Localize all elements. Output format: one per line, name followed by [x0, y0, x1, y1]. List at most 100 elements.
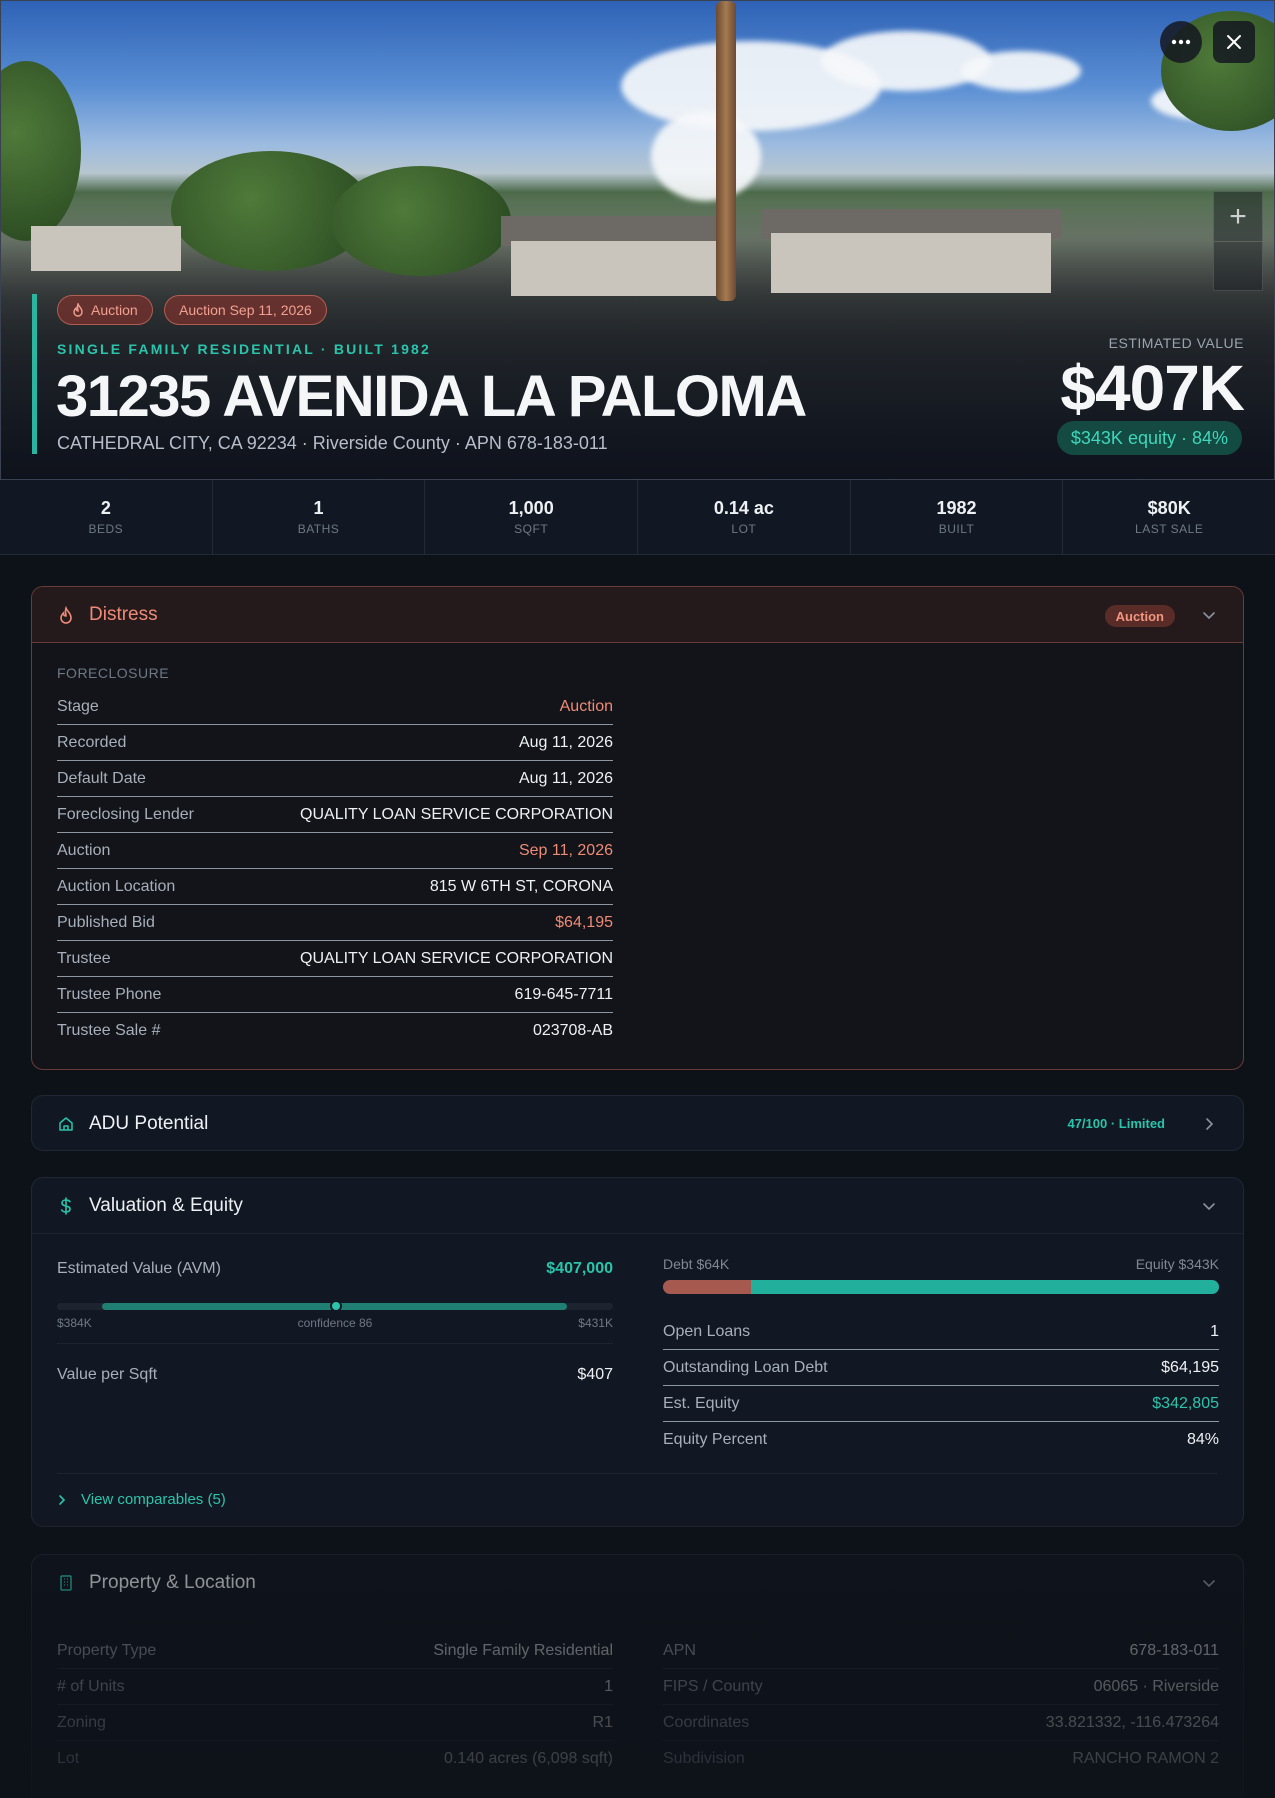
- chevron-down-icon[interactable]: [1201, 1198, 1217, 1214]
- adu-card-header[interactable]: ADU Potential 47/100 · Limited: [32, 1096, 1243, 1150]
- adu-title: ADU Potential: [89, 1113, 209, 1134]
- auction-date-badge: Auction Sep 11, 2026: [164, 295, 327, 325]
- row-label: Property Type: [57, 1641, 157, 1659]
- valuation-card-header[interactable]: Valuation & Equity: [32, 1178, 1243, 1234]
- table-row: Open Loans 1: [663, 1314, 1219, 1350]
- property-location: CATHEDRAL CITY, CA 92234 · Riverside Cou…: [57, 433, 608, 453]
- row-value: 815 W 6TH ST, CORONA: [429, 877, 613, 895]
- row-label: Zoning: [57, 1713, 106, 1731]
- row-value: $64,195: [1161, 1358, 1219, 1376]
- row-value: Aug 11, 2026: [518, 733, 613, 751]
- debt-label: Debt $64K: [663, 1256, 730, 1272]
- foreclosure-details: Stage Auction Recorded Aug 11, 2026 Defaul…: [57, 689, 613, 1049]
- home-icon: [59, 1117, 73, 1131]
- table-row: Auction Sep 11, 2026: [57, 833, 613, 869]
- stat-label: SQFT: [514, 522, 549, 536]
- debt-equity-labels: Debt $64K Equity $343K: [663, 1256, 1219, 1272]
- more-options-button[interactable]: [1160, 21, 1202, 63]
- avm-estimate-marker: [330, 1300, 342, 1312]
- value-per-sqft-label: Value per Sqft: [57, 1366, 158, 1383]
- auction-badge: Auction: [57, 295, 153, 325]
- property-hero: + Auction Auction Sep 11, 2026 SINGLE FA…: [0, 0, 1275, 480]
- foreclosure-section-label: FORECLOSURE: [57, 665, 170, 681]
- chevron-down-icon[interactable]: [1201, 1575, 1217, 1591]
- stat-value: 1982: [936, 498, 977, 518]
- range-confidence: confidence 86: [297, 1316, 373, 1330]
- table-row: Default Date Aug 11, 2026: [57, 761, 613, 797]
- stat-value: 1,000: [508, 498, 554, 518]
- table-row: Trustee Sale # 023708-AB: [57, 1013, 613, 1049]
- distress-title: Distress: [89, 603, 158, 625]
- row-value: $64,195: [555, 913, 613, 931]
- table-row: Published Bid $64,195: [57, 905, 613, 941]
- stat-label: BUILT: [938, 522, 975, 536]
- table-row: Equity Percent 84%: [663, 1422, 1219, 1458]
- row-label: Open Loans: [663, 1322, 751, 1340]
- row-label: Subdivision: [663, 1750, 745, 1767]
- row-label: Published Bid: [57, 913, 155, 931]
- stat-value: 2: [100, 498, 111, 518]
- row-value: 33.821332, -116.473264: [1045, 1713, 1219, 1731]
- stat-built: 1982 BUILT: [851, 480, 1064, 554]
- row-label: Trustee Sale #: [57, 1022, 161, 1039]
- row-label: APN: [663, 1641, 696, 1659]
- table-row: Subdivision RANCHO RAMON 2: [663, 1741, 1219, 1777]
- property-subtitle: SINGLE FAMILY RESIDENTIAL · BUILT 1982: [57, 341, 432, 357]
- map-zoom-control: +: [1213, 191, 1263, 291]
- row-label: Equity Percent: [663, 1431, 768, 1448]
- table-row: Trustee Phone 619-645-7711: [57, 977, 613, 1013]
- row-value: $342,805: [1152, 1394, 1219, 1412]
- avm-range-labels: $384K confidence 86 $431K: [57, 1316, 613, 1330]
- chevron-down-icon[interactable]: [1201, 607, 1217, 623]
- dollar-icon: [60, 1196, 71, 1215]
- stat-baths: 1 BATHS: [213, 480, 426, 554]
- row-value: R1: [592, 1713, 613, 1731]
- row-value: 1: [1210, 1322, 1219, 1340]
- row-label: Lot: [57, 1750, 80, 1767]
- distress-card-header[interactable]: Distress Auction: [32, 587, 1243, 643]
- row-value: Sep 11, 2026: [518, 841, 613, 859]
- property-title: Property & Location: [89, 1572, 256, 1593]
- valuation-title: Valuation & Equity: [89, 1194, 243, 1216]
- row-value: QUALITY LOAN SERVICE CORPORATION: [300, 805, 613, 823]
- close-button[interactable]: [1213, 21, 1255, 63]
- close-icon: [1227, 35, 1241, 49]
- equity-label: Equity $343K: [1135, 1256, 1219, 1272]
- equity-pill: $343K equity · 84%: [1056, 421, 1242, 455]
- value-per-sqft-row: Value per Sqft $407: [57, 1343, 613, 1384]
- stat-label: LOT: [731, 522, 757, 536]
- chevron-right-icon[interactable]: [1201, 1116, 1217, 1132]
- building-icon: [60, 1575, 72, 1591]
- table-row: Trustee QUALITY LOAN SERVICE CORPORATION: [57, 941, 613, 977]
- view-comparables-link[interactable]: View comparables (5): [57, 1473, 1218, 1508]
- row-value: Aug 11, 2026: [518, 769, 613, 787]
- table-row: Est. Equity $342,805: [663, 1386, 1219, 1422]
- property-location-card: Property & Location Property Type Single …: [31, 1554, 1244, 1798]
- table-row: # of Units 1: [57, 1669, 613, 1705]
- row-value: Single Family Residential: [433, 1641, 613, 1659]
- table-row: Recorded Aug 11, 2026: [57, 725, 613, 761]
- table-row: Zoning R1: [57, 1705, 613, 1741]
- stat-beds: 2 BEDS: [0, 480, 213, 554]
- adu-potential-card[interactable]: ADU Potential 47/100 · Limited: [31, 1095, 1244, 1151]
- distress-card: Distress Auction FORECLOSURE Stage Auctio…: [31, 586, 1244, 1070]
- valuation-equity-card: Valuation & Equity Estimated Value (AVM)…: [31, 1177, 1244, 1527]
- debt-equity-bar: [663, 1280, 1219, 1294]
- auction-badge-label: Auction: [91, 302, 138, 318]
- stat-last-sale: $80K LAST SALE: [1063, 480, 1275, 554]
- stat-label: BATHS: [297, 522, 340, 536]
- table-row: FIPS / County 06065 · Riverside: [663, 1669, 1219, 1705]
- stat-value: 0.14 ac: [713, 498, 774, 518]
- stat-lot: 0.14 ac LOT: [638, 480, 851, 554]
- row-label: Est. Equity: [663, 1394, 740, 1412]
- auction-date-label: Auction Sep 11, 2026: [179, 302, 312, 318]
- zoom-out-button[interactable]: [1214, 242, 1262, 291]
- flame-icon: [60, 605, 72, 624]
- stat-sqft: 1,000 SQFT: [425, 480, 639, 554]
- row-value: 0.140 acres (6,098 sqft): [444, 1750, 613, 1767]
- property-details-right: APN 678-183-011 FIPS / County 06065 · Rive…: [663, 1633, 1219, 1777]
- zoom-in-button[interactable]: +: [1214, 192, 1262, 242]
- row-label: Trustee Phone: [57, 985, 162, 1003]
- stat-label: LAST SALE: [1135, 522, 1204, 536]
- property-card-header[interactable]: Property & Location: [32, 1555, 1243, 1611]
